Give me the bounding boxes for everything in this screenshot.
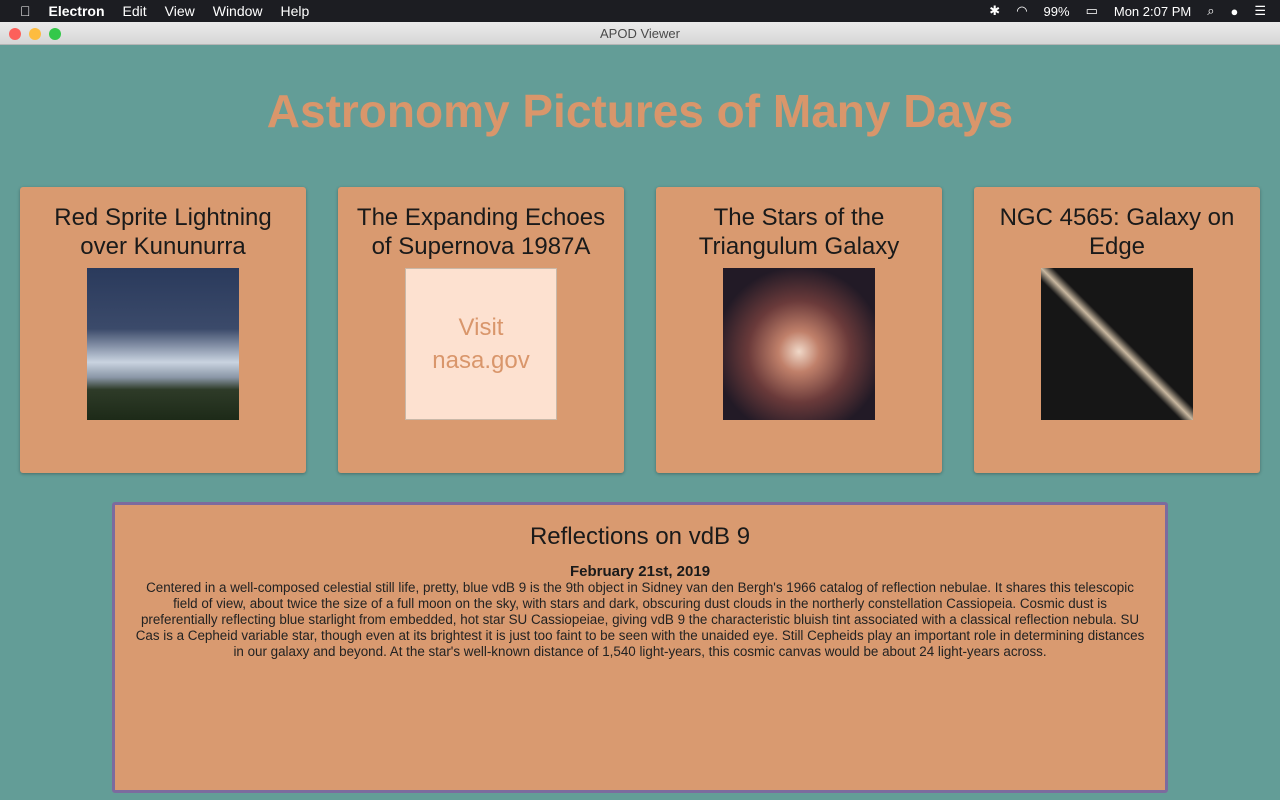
- menu-window[interactable]: Window: [213, 3, 263, 19]
- detail-title: Reflections on vdB 9: [529, 523, 751, 550]
- menu-bar:  Electron Edit View Window Help ✱ ◠ 99%…: [0, 0, 1280, 22]
- detail-explanation: Centered in a well-composed celestial st…: [135, 580, 1145, 659]
- battery-percent[interactable]: 99%: [1044, 4, 1070, 19]
- wifi-icon[interactable]: ◠: [1016, 3, 1027, 19]
- apod-card[interactable]: The Expanding Echoes of Supernova 1987A …: [338, 187, 624, 473]
- page-title: Astronomy Pictures of Many Days: [266, 85, 1014, 137]
- apod-card[interactable]: Red Sprite Lightning over Kununurra: [20, 187, 306, 473]
- image-alt-text: Visit nasa.gov: [432, 314, 530, 374]
- notification-center-icon[interactable]: ☰: [1254, 3, 1266, 19]
- close-button[interactable]: [9, 28, 21, 40]
- siri-icon[interactable]: ●: [1230, 4, 1238, 19]
- window-title: APOD Viewer: [600, 26, 680, 41]
- menu-view[interactable]: View: [165, 3, 195, 19]
- search-icon[interactable]: ⌕: [1207, 3, 1214, 19]
- apple-icon[interactable]: : [20, 3, 31, 19]
- zoom-button[interactable]: [49, 28, 61, 40]
- window-titlebar: APOD Viewer: [0, 22, 1280, 45]
- menu-edit[interactable]: Edit: [123, 3, 147, 19]
- card-title: The Expanding Echoes of Supernova 1987A: [356, 204, 606, 260]
- apod-card[interactable]: The Stars of the Triangulum Galaxy: [656, 187, 942, 473]
- menu-app[interactable]: Electron: [49, 3, 105, 19]
- clock[interactable]: Mon 2:07 PM: [1114, 4, 1191, 19]
- apod-card[interactable]: NGC 4565: Galaxy on Edge: [974, 187, 1260, 473]
- card-image[interactable]: [1041, 268, 1193, 420]
- broken-image[interactable]: Visit nasa.gov: [405, 268, 557, 420]
- minimize-button[interactable]: [29, 28, 41, 40]
- card-title: Red Sprite Lightning over Kununurra: [54, 204, 272, 260]
- card-image[interactable]: [87, 268, 239, 420]
- apod-detail: Reflections on vdB 9 February 21st, 2019…: [112, 502, 1168, 793]
- card-title: NGC 4565: Galaxy on Edge: [999, 204, 1235, 260]
- menu-help[interactable]: Help: [281, 3, 310, 19]
- battery-icon[interactable]: ▭: [1086, 3, 1098, 19]
- bluetooth-icon[interactable]: ✱: [989, 3, 1000, 19]
- card-image[interactable]: [723, 268, 875, 420]
- detail-date: February 21st, 2019: [569, 563, 711, 580]
- card-title: The Stars of the Triangulum Galaxy: [698, 204, 900, 260]
